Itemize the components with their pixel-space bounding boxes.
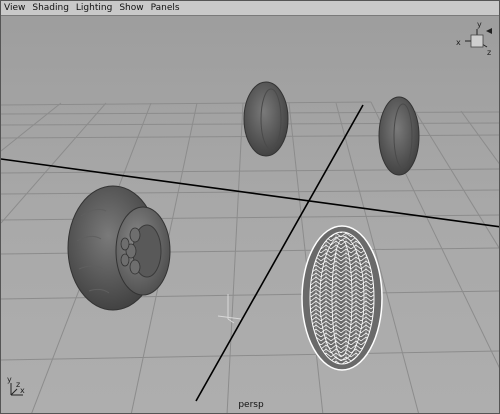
origin-axes-icon (217, 294, 242, 324)
tire-front-left-with-rim (67, 185, 171, 311)
view-axis-z-label: z (487, 48, 491, 57)
menu-shading[interactable]: Shading (32, 1, 69, 15)
menu-lighting[interactable]: Lighting (76, 1, 112, 15)
panel-menu-bar: View Shading Lighting Show Panels (1, 1, 499, 16)
world-axis-y-label: y (7, 375, 12, 384)
camera-name-label: persp (238, 400, 264, 410)
tire-front-right-wireframe (301, 225, 383, 371)
perspective-viewport[interactable]: View Shading Lighting Show Panels x y z … (0, 0, 500, 414)
view-axes-icon (465, 28, 492, 48)
tire-back-right (378, 96, 420, 176)
world-axis-z-label: z (16, 380, 20, 389)
3d-scene[interactable]: x y z x y z (1, 16, 500, 414)
menu-show[interactable]: Show (119, 1, 143, 15)
menu-panels[interactable]: Panels (151, 1, 180, 15)
view-axis-y-label: y (477, 20, 482, 29)
world-axis-x-label: x (20, 386, 25, 395)
menu-view[interactable]: View (4, 1, 25, 15)
tire-back-left (243, 81, 289, 157)
view-axis-x-label: x (456, 38, 461, 47)
